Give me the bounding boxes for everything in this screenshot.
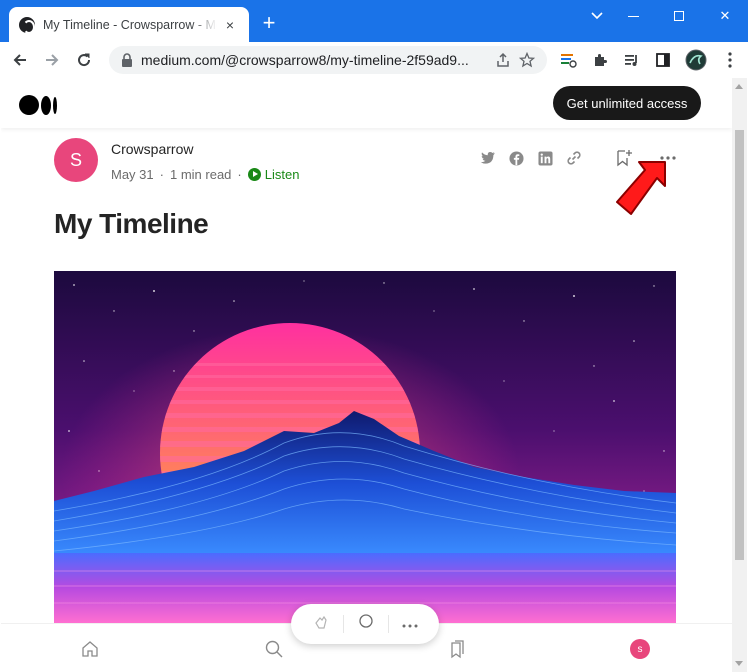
post-meta: May 31 · 1 min read · Listen bbox=[111, 167, 299, 182]
share-icon bbox=[497, 52, 509, 67]
star-icon bbox=[519, 52, 535, 68]
post-title: My Timeline bbox=[54, 208, 209, 239]
listen-label: Listen bbox=[264, 167, 300, 182]
close-icon: ✕ bbox=[719, 8, 731, 23]
profile-button[interactable] bbox=[685, 49, 707, 71]
arrow-right-icon bbox=[46, 54, 59, 66]
reading-extension-icon bbox=[561, 54, 577, 68]
author-avatar[interactable]: S bbox=[54, 138, 98, 182]
share-page-button[interactable] bbox=[491, 48, 515, 72]
play-icon bbox=[247, 168, 261, 181]
search-icon bbox=[265, 640, 283, 658]
browser-toolbar: medium.com/@crowsparrow8/my-timeline-2f5… bbox=[1, 42, 747, 78]
minimize-icon bbox=[627, 15, 639, 17]
scroll-up-icon[interactable] bbox=[735, 84, 743, 89]
extension-reading-button[interactable] bbox=[557, 49, 579, 71]
share-linkedin-button[interactable] bbox=[535, 148, 555, 168]
more-horizontal-icon bbox=[402, 624, 418, 628]
get-unlimited-access-button[interactable]: Get unlimited access bbox=[553, 86, 701, 120]
comment-button[interactable] bbox=[357, 613, 375, 636]
side-panel-button[interactable] bbox=[652, 49, 674, 71]
copy-link-button[interactable] bbox=[564, 148, 584, 168]
maximize-button[interactable] bbox=[657, 3, 701, 29]
close-window-button[interactable]: ✕ bbox=[703, 3, 747, 29]
chevron-down-icon bbox=[591, 12, 603, 20]
home-icon bbox=[82, 641, 98, 657]
share-facebook-button[interactable] bbox=[506, 148, 526, 168]
arrow-left-icon bbox=[13, 54, 26, 66]
media-control-button[interactable] bbox=[621, 49, 643, 71]
address-bar[interactable]: medium.com/@crowsparrow8/my-timeline-2f5… bbox=[109, 46, 547, 74]
bookmarks-icon bbox=[451, 640, 464, 659]
post-more-button[interactable] bbox=[402, 615, 418, 633]
web-page: Get unlimited access S Crowsparrow May 3… bbox=[1, 78, 732, 672]
medium-logo-icon bbox=[19, 95, 39, 115]
link-icon bbox=[567, 151, 581, 165]
medium-favicon-icon bbox=[19, 17, 35, 34]
post-hero-image bbox=[54, 271, 676, 623]
nav-profile[interactable]: s bbox=[629, 638, 651, 660]
profile-avatar-icon bbox=[685, 49, 707, 71]
share-twitter-button[interactable] bbox=[478, 148, 498, 168]
clap-button[interactable] bbox=[312, 613, 330, 636]
twitter-icon bbox=[480, 152, 495, 164]
back-button[interactable] bbox=[5, 45, 35, 75]
medium-logo[interactable] bbox=[19, 95, 57, 115]
linkedin-icon bbox=[537, 150, 553, 166]
extensions-button[interactable] bbox=[589, 49, 611, 71]
meta-separator: · bbox=[159, 167, 164, 182]
clap-icon bbox=[314, 615, 327, 629]
kebab-menu-icon bbox=[728, 52, 732, 68]
nav-home[interactable] bbox=[79, 638, 101, 660]
user-avatar: s bbox=[630, 639, 650, 659]
puzzle-icon bbox=[595, 54, 607, 66]
browser-tab[interactable]: My Timeline - Crowsparrow - Medium × bbox=[9, 7, 249, 43]
comment-icon bbox=[359, 613, 373, 628]
side-panel-icon bbox=[656, 53, 670, 67]
scrollbar-thumb[interactable] bbox=[735, 130, 744, 560]
nav-search[interactable] bbox=[263, 638, 285, 660]
reload-button[interactable] bbox=[69, 45, 99, 75]
facebook-icon bbox=[508, 150, 524, 166]
browser-tab-strip: My Timeline - Crowsparrow - Medium × + ✕ bbox=[0, 0, 748, 43]
new-tab-button[interactable]: + bbox=[257, 12, 281, 36]
post-date: May 31 bbox=[111, 167, 154, 182]
lock-icon bbox=[122, 53, 132, 67]
meta-separator: · bbox=[237, 167, 242, 182]
author-name[interactable]: Crowsparrow bbox=[111, 141, 193, 157]
browser-menu-button[interactable] bbox=[719, 49, 741, 71]
synthwave-sunset-illustration bbox=[54, 271, 676, 623]
forward-button[interactable] bbox=[37, 45, 67, 75]
red-pointer-arrow-icon bbox=[616, 161, 666, 215]
music-queue-icon bbox=[625, 55, 637, 66]
url-text: medium.com/@crowsparrow8/my-timeline-2f5… bbox=[141, 52, 469, 68]
bookmark-star-button[interactable] bbox=[515, 48, 539, 72]
minimize-button[interactable] bbox=[611, 3, 655, 29]
reaction-bar bbox=[291, 604, 439, 644]
reload-icon bbox=[78, 53, 91, 67]
nav-library[interactable] bbox=[446, 638, 468, 660]
medium-header: Get unlimited access bbox=[1, 78, 732, 128]
scroll-down-icon[interactable] bbox=[735, 661, 743, 666]
page-scrollbar[interactable] bbox=[732, 78, 747, 672]
tab-title: My Timeline - Crowsparrow - Medium bbox=[43, 18, 217, 32]
tab-close-button[interactable]: × bbox=[221, 16, 239, 34]
read-time: 1 min read bbox=[169, 167, 232, 182]
listen-button[interactable]: Listen bbox=[247, 167, 300, 182]
maximize-icon bbox=[674, 11, 684, 21]
